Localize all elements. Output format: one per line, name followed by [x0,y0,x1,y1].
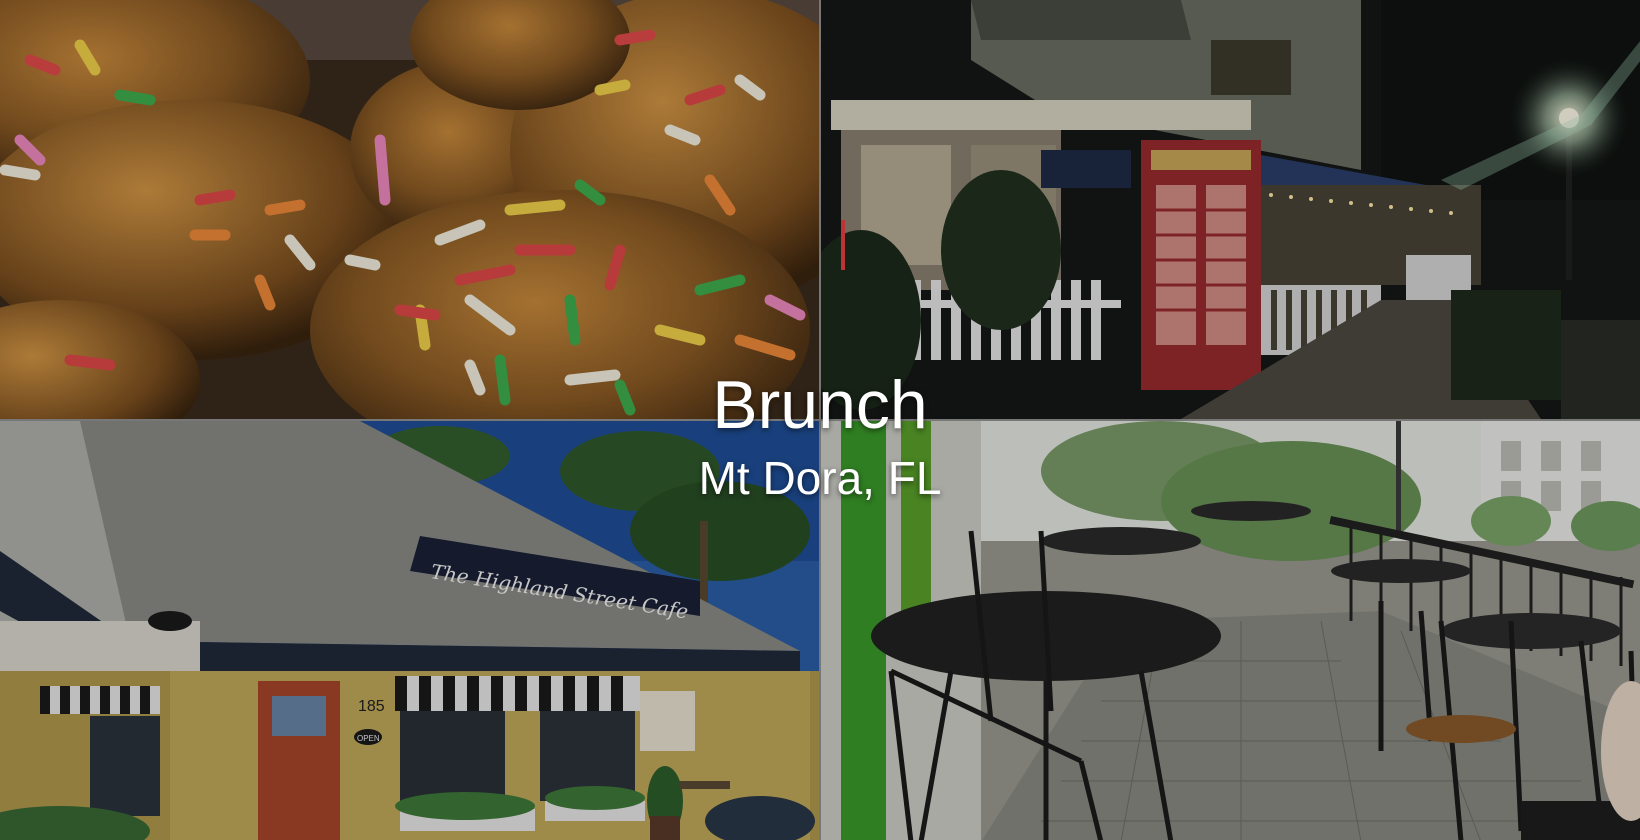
street-number: 185 [358,698,385,715]
donuts-photo [0,0,819,419]
photo-collage: The Highland Street Cafe 185 OPEN Brunch… [0,0,1640,840]
night-storefront-photo [821,0,1640,419]
page-title: Brunch [712,367,928,443]
open-sign: OPEN [357,734,380,743]
heading-block: Brunch Mt Dora, FL [0,370,1640,504]
location-subtitle: Mt Dora, FL [698,452,942,504]
